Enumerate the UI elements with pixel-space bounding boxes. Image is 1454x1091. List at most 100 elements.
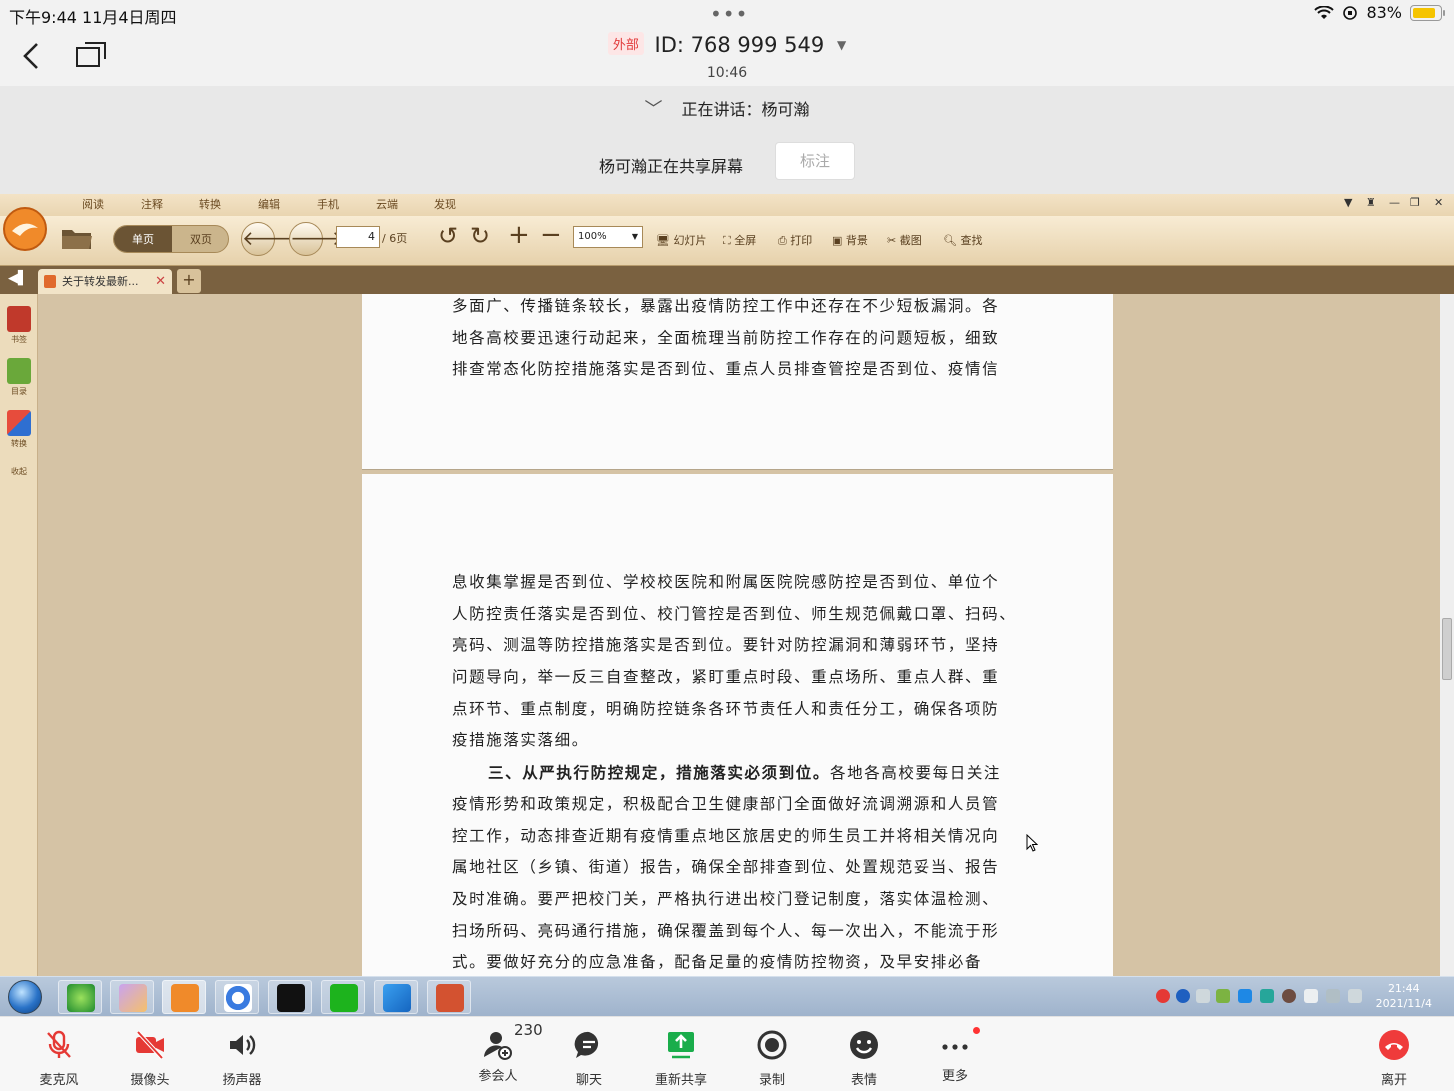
zoom-select[interactable]: 100% ▼ [573,226,643,248]
zoom-in-icon[interactable]: + [508,220,530,250]
tray-icon[interactable] [1196,989,1210,1003]
scrollbar-thumb[interactable] [1442,618,1452,680]
taskbar-app-7[interactable] [374,980,418,1014]
annotate-button[interactable]: 标注 [775,142,855,180]
meeting-dropdown-icon[interactable]: ▼ [837,38,846,52]
screenshot-button[interactable]: ✂ 截图 [887,232,922,248]
menu-options-icon[interactable]: ▼ [1344,196,1352,209]
page3-text: 多面广、传播链条较长，暴露出疫情防控工作中还存在不少短板漏洞。各 地各高校要迅速… [452,294,1032,386]
mic-button[interactable]: 麦克风 [19,1029,99,1088]
share-screen-icon [668,1032,694,1059]
reshare-button[interactable]: 重新共享 [641,1029,721,1088]
speaking-label: 正在讲话：杨可瀚 [681,100,810,119]
document-viewport[interactable]: 多面广、传播链条较长，暴露出疫情防控工作中还存在不少短板漏洞。各 地各高校要迅速… [38,294,1440,976]
tray-network-icon[interactable] [1326,989,1340,1003]
tray-qq-icon[interactable] [1282,989,1296,1003]
section-heading-line: 三、从严执行防控规定，措施落实必须到位。各地各高校要每日关注 [452,757,1032,789]
view-mode-toggle[interactable]: 单页 双页 [113,225,229,253]
taskbar-terminal[interactable] [268,980,312,1014]
menu-tab-cloud[interactable]: 云端 [364,196,410,216]
window-restore-icon[interactable]: ❐ [1410,196,1420,209]
external-badge: 外部 [607,32,644,55]
notification-dot [973,1027,980,1034]
tray-clock[interactable]: 21:44 2021/11/4 [1376,981,1432,1011]
background-button[interactable]: ▣ 背景 [832,232,868,248]
collapse-chevron-icon[interactable]: ﹀ [644,99,662,120]
tray-ime-icon[interactable] [1156,989,1170,1003]
find-button[interactable]: 🔍︎ 查找 [943,232,982,248]
fullscreen-button[interactable]: ⛶ 全屏 [723,232,756,248]
menu-tab-read[interactable]: 阅读 [70,196,116,216]
document-tab-title: 关于转发最新... [62,275,139,288]
document-tab[interactable]: 关于转发最新... ✕ [38,269,172,294]
taskbar-app-6[interactable] [321,980,365,1014]
menu-tab-discover[interactable]: 发现 [422,196,468,216]
chat-button[interactable]: 聊天 [549,1029,629,1088]
zoom-out-icon[interactable]: − [540,220,562,250]
previous-page-button[interactable]: 🡐 [241,222,296,256]
screenshot-label: 截图 [899,234,922,247]
vertical-scrollbar[interactable] [1440,294,1454,976]
leave-button[interactable]: 离开 [1354,1029,1434,1088]
tray-volume-icon[interactable] [1348,989,1362,1003]
more-dots-icon[interactable]: ••• [710,2,748,26]
taskbar-pdf-reader[interactable] [162,980,206,1014]
menu-tab-annotate[interactable]: 注释 [129,196,175,216]
collapse-sidebar-icon[interactable]: ◀▌ [8,271,28,286]
text-line: 息收集掌握是否到位、学校校医院和附属医院院感防控是否到位、单位个 [452,573,1000,591]
wifi-icon [1314,5,1335,19]
tray-usb-icon[interactable] [1304,989,1318,1003]
speaker-icon [230,1035,256,1055]
more-icon-wrap [939,1027,980,1061]
menu-tab-edit[interactable]: 编辑 [246,196,292,216]
speaker-button[interactable]: 扬声器 [202,1029,282,1088]
emoji-button[interactable]: 表情 [824,1029,904,1088]
app-icon [224,984,252,1012]
hangup-icon [1379,1030,1409,1060]
close-tab-icon[interactable]: ✕ [155,269,166,294]
rotate-left-icon[interactable]: ↺ [438,222,458,250]
next-page-button[interactable]: 🡒 [289,222,344,256]
zoom-value: 100% [578,231,607,242]
start-button[interactable] [8,980,42,1014]
sidebar-collapse[interactable]: 收起 [4,466,34,477]
document-page-3: 多面广、传播链条较长，暴露出疫情防控工作中还存在不少短板漏洞。各 地各高校要迅速… [362,294,1113,470]
window-close-icon[interactable]: ✕ [1434,196,1443,209]
more-button[interactable]: 更多 [915,1027,995,1084]
tray-icon[interactable] [1260,989,1274,1003]
record-button[interactable]: 录制 [732,1029,812,1088]
sidebar-bookmarks[interactable]: 书签 [4,306,34,345]
taskbar-app-4[interactable] [215,980,259,1014]
reshare-label: 重新共享 [654,1073,707,1088]
tray-icon[interactable] [1216,989,1230,1003]
taskbar-presentation[interactable] [427,980,471,1014]
window-minimize-icon[interactable]: — [1389,196,1400,209]
slideshow-button[interactable]: 🖥 幻灯片 [656,232,706,248]
page-number-input[interactable]: 4 [336,226,380,248]
sidebar-toc[interactable]: 目录 [4,358,34,397]
speaking-bar[interactable]: ﹀ 正在讲话：杨可瀚 [0,86,1454,134]
participants-button[interactable]: 230 参会人 [458,1021,542,1084]
skin-icon[interactable]: ♜ [1366,196,1376,209]
text-line: 控工作，动态排查近期有疫情重点地区旅居史的师生员工并将相关情况向 [452,826,1000,845]
tray-shield-icon[interactable] [1238,989,1252,1003]
text-line: 疫情形势和政策规定，积极配合卫生健康部门全面做好流调溯源和人员管 [452,794,1000,813]
windows-taskbar: 21:44 2021/11/4 [0,976,1454,1016]
meeting-elapsed-time: 10:46 [706,65,748,81]
mic-muted-icon [47,1030,71,1058]
rotate-right-icon[interactable]: ↻ [470,222,490,250]
double-page-view-button[interactable]: 双页 [172,226,228,252]
new-tab-button[interactable]: + [177,269,201,293]
taskbar-browser[interactable] [58,980,102,1014]
tray-help-icon[interactable] [1176,989,1190,1003]
taskbar-app-2[interactable] [110,980,154,1014]
open-folder-icon[interactable] [60,224,94,252]
single-page-view-button[interactable]: 单页 [114,226,172,252]
sidebar-convert[interactable]: 转换 [4,410,34,449]
camera-button[interactable]: 摄像头 [110,1029,190,1088]
menu-tab-convert[interactable]: 转换 [187,196,233,216]
print-button[interactable]: ⎙ 打印 [778,232,812,248]
meeting-title[interactable]: 外部 ID: 768 999 549 ▼ [0,32,1454,57]
app-logo-icon[interactable] [2,206,48,252]
menu-tab-mobile[interactable]: 手机 [305,196,351,216]
